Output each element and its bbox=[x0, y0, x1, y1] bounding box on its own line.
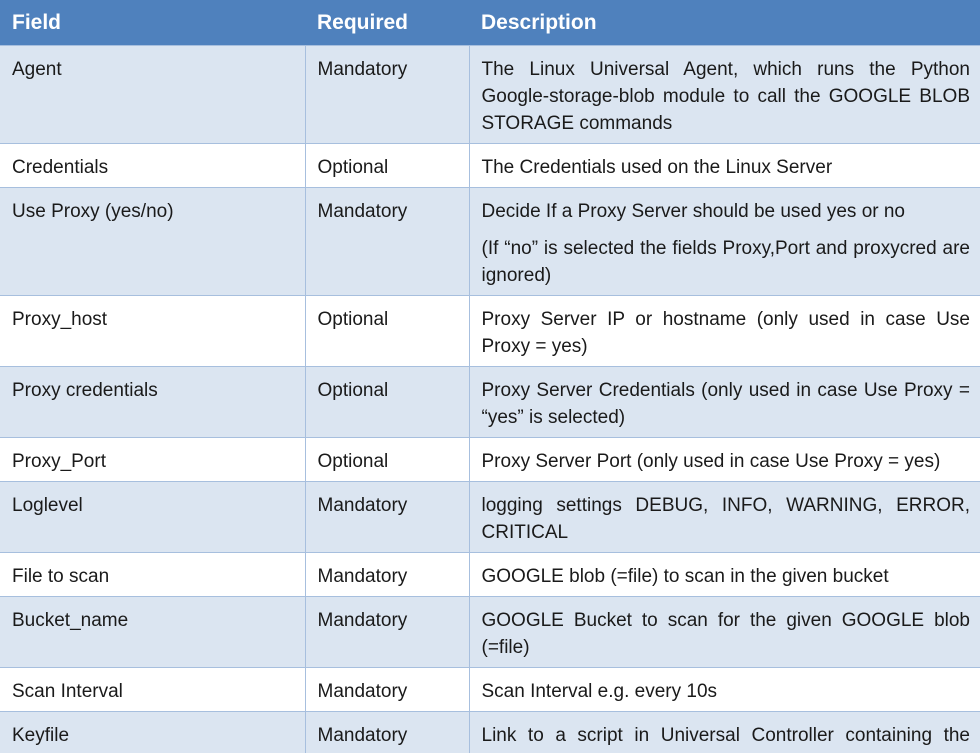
cell-field: Keyfile bbox=[0, 711, 306, 753]
cell-field: Use Proxy (yes/no) bbox=[0, 187, 306, 296]
description-paragraph: Proxy Server Port (only used in case Use… bbox=[481, 451, 941, 472]
description-paragraph: The Credentials used on the Linux Server bbox=[481, 157, 833, 178]
cell-description: GOOGLE blob (=file) to scan in the given… bbox=[469, 552, 980, 597]
table-row: Credentials Optional The Credentials used … bbox=[0, 143, 980, 188]
cell-required: Mandatory bbox=[305, 552, 470, 597]
description-paragraph: Proxy Server IP or hostname (only used i… bbox=[481, 309, 971, 357]
cell-required: Optional bbox=[305, 295, 470, 367]
header-required: Required bbox=[305, 0, 469, 46]
cell-field: Bucket_name bbox=[0, 596, 306, 668]
cell-required: Mandatory bbox=[305, 481, 470, 553]
cell-description: Proxy Server IP or hostname (only used i… bbox=[469, 295, 980, 367]
cell-description: GOOGLE Bucket to scan for the given GOOG… bbox=[469, 596, 980, 668]
table-header-row: Field Required Description bbox=[0, 0, 980, 46]
table-row: Proxy credentials Optional Proxy Server Cr… bbox=[0, 366, 980, 438]
cell-field: Scan Interval bbox=[0, 667, 306, 712]
cell-required: Mandatory bbox=[305, 667, 470, 712]
description-paragraph: Decide If a Proxy Server should be used … bbox=[481, 201, 906, 222]
cell-field: Proxy_host bbox=[0, 295, 306, 367]
description-paragraph: logging settings DEBUG, INFO, WARNING, E… bbox=[481, 495, 971, 543]
description-paragraph: (If “no” is selected the fields Proxy,Po… bbox=[481, 238, 971, 286]
cell-description: The Credentials used on the Linux Server bbox=[469, 143, 980, 188]
description-paragraph: Proxy Server Credentials (only used in c… bbox=[481, 380, 971, 428]
header-description: Description bbox=[469, 0, 980, 46]
table-row: Use Proxy (yes/no) Mandatory Decide If a P… bbox=[0, 187, 980, 296]
cell-description: The Linux Universal Agent, which runs th… bbox=[469, 45, 980, 144]
cell-required: Mandatory bbox=[305, 711, 470, 753]
cell-description: Scan Interval e.g. every 10s bbox=[469, 667, 980, 712]
table-row: Agent Mandatory The Linux Universal Agent,… bbox=[0, 45, 980, 144]
cell-required: Optional bbox=[305, 437, 470, 482]
cell-description: Proxy Server Port (only used in case Use… bbox=[469, 437, 980, 482]
cell-required: Optional bbox=[305, 366, 470, 438]
table-row: Keyfile Mandatory Link to a script in Univ… bbox=[0, 711, 980, 753]
table-row: File to scan Mandatory GOOGLE blob (=file)… bbox=[0, 552, 980, 597]
cell-required: Optional bbox=[305, 143, 470, 188]
fields-table: Field Required Description Agent Mandator… bbox=[0, 0, 980, 753]
table-row: Bucket_name Mandatory GOOGLE Bucket to sca… bbox=[0, 596, 980, 668]
header-field: Field bbox=[0, 0, 305, 46]
cell-field: Credentials bbox=[0, 143, 306, 188]
cell-field: Proxy credentials bbox=[0, 366, 306, 438]
description-paragraph: Scan Interval e.g. every 10s bbox=[481, 681, 718, 702]
cell-description: logging settings DEBUG, INFO, WARNING, E… bbox=[469, 481, 980, 553]
cell-description: Proxy Server Credentials (only used in c… bbox=[469, 366, 980, 438]
description-paragraph: GOOGLE Bucket to scan for the given GOOG… bbox=[481, 610, 971, 658]
description-paragraph: GOOGLE blob (=file) to scan in the given… bbox=[481, 566, 889, 587]
cell-required: Mandatory bbox=[305, 596, 470, 668]
table-row: Loglevel Mandatory logging settings DEBUG,… bbox=[0, 481, 980, 553]
table-row: Proxy_Port Optional Proxy Server Port (onl… bbox=[0, 437, 980, 482]
description-paragraph: The Linux Universal Agent, which runs th… bbox=[481, 59, 971, 134]
cell-required: Mandatory bbox=[305, 187, 470, 296]
cell-field: File to scan bbox=[0, 552, 306, 597]
cell-field: Loglevel bbox=[0, 481, 306, 553]
cell-required: Mandatory bbox=[305, 45, 470, 144]
cell-description: Decide If a Proxy Server should be used … bbox=[469, 187, 980, 296]
description-paragraph: Link to a script in Universal Controller… bbox=[481, 725, 971, 753]
cell-field: Agent bbox=[0, 45, 306, 144]
cell-field: Proxy_Port bbox=[0, 437, 306, 482]
table-row: Proxy_host Optional Proxy Server IP or hos… bbox=[0, 295, 980, 367]
cell-description: Link to a script in Universal Controller… bbox=[469, 711, 980, 753]
table-row: Scan Interval Mandatory Scan Interval e.g.… bbox=[0, 667, 980, 712]
